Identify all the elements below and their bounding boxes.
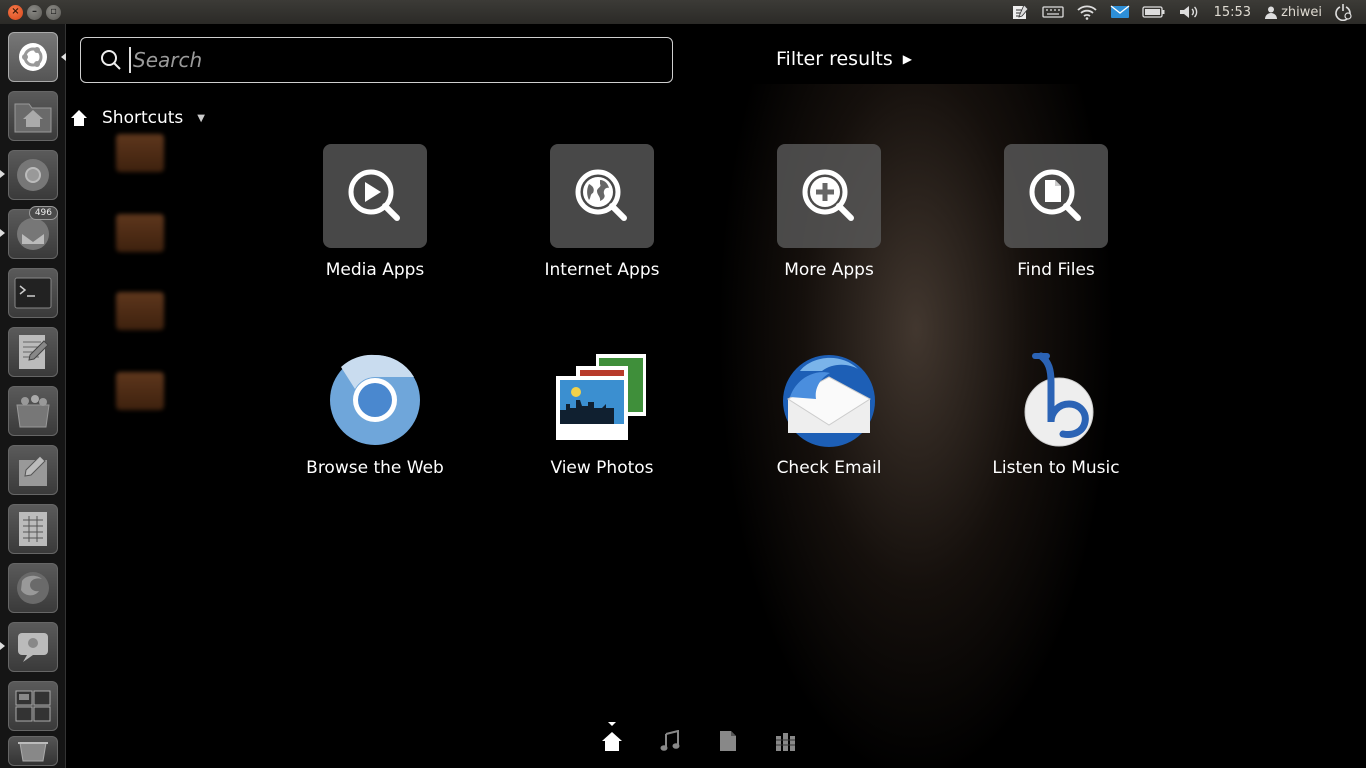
workspace-switcher-icon xyxy=(15,690,51,722)
unread-count-badge: 496 xyxy=(28,206,58,220)
home-icon xyxy=(602,732,622,751)
lens-category-title: Shortcuts xyxy=(102,108,184,128)
search-icon xyxy=(101,50,121,70)
home-folder-icon xyxy=(14,103,52,133)
spreadsheet-icon xyxy=(19,512,47,546)
user-icon xyxy=(1265,6,1278,19)
app-label: Browse the Web xyxy=(306,458,444,478)
shortcut-label: Internet Apps xyxy=(544,260,660,280)
launcher-home-folder[interactable] xyxy=(8,91,58,141)
app-label: View Photos xyxy=(550,458,654,478)
chromium-icon xyxy=(17,159,49,191)
filter-results-toggle[interactable]: Filter results ▶ xyxy=(776,48,912,70)
mail-icon[interactable] xyxy=(1104,0,1136,24)
files-lens-button[interactable] xyxy=(716,728,740,754)
launcher-text-editor[interactable] xyxy=(8,327,58,377)
shortcut-label: More Apps xyxy=(784,260,874,280)
media-search-icon xyxy=(323,144,427,248)
indicator-area: 15:53 zhiwei xyxy=(1006,0,1366,24)
file-icon xyxy=(720,731,736,751)
more-apps-search-icon xyxy=(777,144,881,248)
lens-category-header[interactable]: Shortcuts ▼ xyxy=(70,108,205,128)
launcher: 496 xyxy=(0,24,66,768)
desktop-folder-icon xyxy=(116,134,164,172)
app-label: Check Email xyxy=(776,458,882,478)
notes-indicator-icon[interactable] xyxy=(1006,0,1036,24)
thunderbird-icon xyxy=(17,218,49,250)
launcher-dash-home[interactable] xyxy=(8,32,58,82)
lens-bar xyxy=(600,722,798,754)
launcher-thunderbird[interactable]: 496 xyxy=(8,206,58,259)
applications-icon xyxy=(776,733,795,751)
app-browse-the-web[interactable]: Browse the Web xyxy=(275,350,475,478)
launcher-firefox[interactable] xyxy=(8,563,58,613)
file-search-icon xyxy=(1004,144,1108,248)
desktop-folder-icon xyxy=(116,214,164,252)
search-input[interactable] xyxy=(129,47,629,73)
filter-results-label: Filter results xyxy=(776,48,893,70)
launcher-workspace-switcher[interactable] xyxy=(8,681,58,731)
internet-search-icon xyxy=(550,144,654,248)
user-menu[interactable]: zhiwei xyxy=(1259,0,1328,24)
terminal-icon xyxy=(14,277,52,309)
text-editor-icon xyxy=(19,335,49,369)
trash-icon xyxy=(18,742,48,762)
app-check-email[interactable]: Check Email xyxy=(729,350,929,478)
battery-icon[interactable] xyxy=(1136,0,1172,24)
launcher-trash[interactable] xyxy=(8,736,58,766)
software-center-icon xyxy=(16,395,50,428)
running-indicator xyxy=(0,229,5,237)
keyboard-indicator-icon[interactable] xyxy=(1036,0,1070,24)
desktop-folder-icon xyxy=(116,372,164,410)
banshee-icon xyxy=(1006,350,1106,450)
top-panel: × – ▫ 15:53 zhiwei xyxy=(0,0,1366,24)
launcher-writer[interactable] xyxy=(8,445,58,495)
app-label: Listen to Music xyxy=(992,458,1120,478)
home-icon xyxy=(71,110,87,126)
ubuntu-logo-icon xyxy=(19,43,47,71)
app-listen-to-music[interactable]: Listen to Music xyxy=(956,350,1156,478)
desktop-folder-icon xyxy=(116,292,164,330)
wifi-icon[interactable] xyxy=(1070,0,1104,24)
music-note-icon xyxy=(660,730,680,751)
session-power-icon[interactable] xyxy=(1328,0,1358,24)
shortcut-find-files[interactable]: Find Files xyxy=(956,144,1156,280)
close-window-button[interactable]: × xyxy=(8,4,23,20)
user-name: zhiwei xyxy=(1281,4,1322,20)
window-controls: × – ▫ xyxy=(8,4,61,20)
shortcut-media-apps[interactable]: Media Apps xyxy=(275,144,475,280)
running-indicator xyxy=(0,642,5,650)
running-indicator xyxy=(0,170,5,178)
launcher-calc[interactable] xyxy=(8,504,58,554)
launcher-software-center[interactable] xyxy=(8,386,58,436)
chevron-down-icon: ▼ xyxy=(197,112,205,124)
minimize-window-button[interactable]: – xyxy=(27,4,42,20)
shortcut-label: Media Apps xyxy=(325,260,425,280)
expand-arrow-icon: ▶ xyxy=(902,52,912,66)
desktop-wallpaper xyxy=(66,24,1366,768)
music-lens-button[interactable] xyxy=(658,728,682,754)
shortcut-more-apps[interactable]: More Apps xyxy=(729,144,929,280)
apps-lens-button[interactable] xyxy=(774,728,798,754)
launcher-active-indicator xyxy=(61,53,66,61)
chromium-icon xyxy=(325,350,425,450)
volume-icon[interactable] xyxy=(1172,0,1206,24)
launcher-terminal[interactable] xyxy=(8,268,58,318)
launcher-empathy[interactable] xyxy=(8,622,58,672)
photos-icon xyxy=(552,350,652,450)
maximize-window-button[interactable]: ▫ xyxy=(46,4,61,20)
shortcut-internet-apps[interactable]: Internet Apps xyxy=(502,144,702,280)
shortcut-label: Find Files xyxy=(1017,260,1095,280)
launcher-chromium[interactable] xyxy=(8,150,58,200)
app-view-photos[interactable]: View Photos xyxy=(502,350,702,478)
home-lens-button[interactable] xyxy=(600,722,624,754)
thunderbird-icon xyxy=(779,350,879,450)
writer-icon xyxy=(19,455,47,486)
clock[interactable]: 15:53 xyxy=(1206,5,1259,20)
firefox-icon xyxy=(17,572,49,604)
chat-icon xyxy=(18,633,48,662)
dash-search-box[interactable] xyxy=(80,37,673,83)
